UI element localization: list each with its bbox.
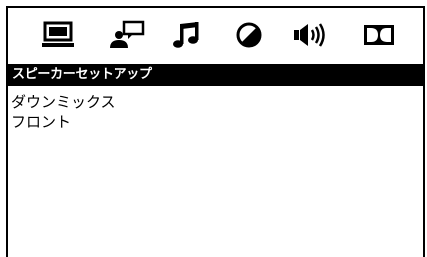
tab-speaker-setup[interactable]	[289, 18, 333, 52]
menu-list: ダウンミックス フロント	[11, 92, 116, 132]
monitor-icon	[39, 21, 77, 49]
tab-language-setup[interactable]	[104, 18, 148, 52]
contrast-circle-icon	[233, 20, 265, 50]
setup-menu-panel: スピーカーセットアップ ダウンミックス フロント	[6, 6, 425, 257]
page-title: スピーカーセットアップ	[8, 64, 423, 86]
tab-general-setup[interactable]	[36, 18, 80, 52]
tab-dolby-setup[interactable]	[357, 18, 401, 52]
setup-tab-bar	[8, 8, 423, 62]
speaker-volume-icon	[292, 20, 330, 50]
tab-audio-setup[interactable]	[164, 18, 208, 52]
menu-item-downmix[interactable]: ダウンミックス	[11, 92, 116, 112]
dolby-icon	[362, 22, 396, 48]
person-speech-icon	[106, 20, 146, 50]
menu-item-front[interactable]: フロント	[11, 112, 116, 132]
tab-video-setup[interactable]	[227, 18, 271, 52]
music-note-icon	[170, 20, 202, 50]
